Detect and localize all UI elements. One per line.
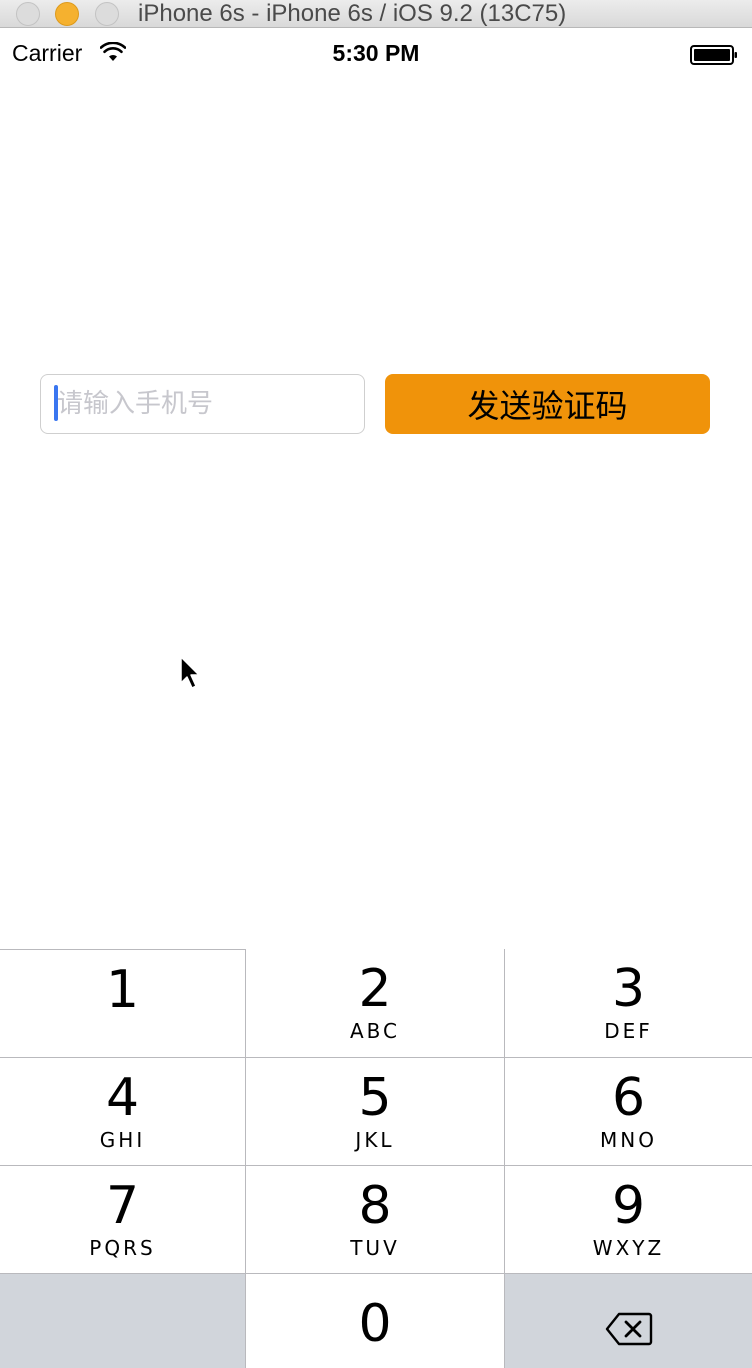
key-1[interactable]: 1 xyxy=(0,949,246,1058)
key-digit: 4 xyxy=(105,1068,140,1128)
key-digit: 7 xyxy=(105,1176,140,1236)
key-5[interactable]: 5 JKL xyxy=(246,1058,505,1166)
mouse-pointer-icon xyxy=(180,656,200,689)
backspace-icon xyxy=(605,1312,653,1346)
key-2[interactable]: 2 ABC xyxy=(246,949,505,1058)
status-bar: Carrier 5:30 PM xyxy=(0,36,752,74)
key-9[interactable]: 9 WXYZ xyxy=(505,1166,752,1274)
key-letters: ABC xyxy=(349,1019,400,1043)
battery-icon xyxy=(690,45,737,65)
key-digit: 5 xyxy=(358,1068,392,1128)
key-digit: 1 xyxy=(105,960,140,1020)
key-letters: GHI xyxy=(99,1128,146,1152)
number-keypad: 1 2 ABC 3 DEF 4 GHI 5 JKL 6 MNO 7 PQRS 8… xyxy=(0,949,752,1368)
key-4[interactable]: 4 GHI xyxy=(0,1058,246,1166)
key-digit: 0 xyxy=(358,1294,392,1354)
key-digit: 3 xyxy=(611,959,646,1019)
key-8[interactable]: 8 TUV xyxy=(246,1166,505,1274)
key-digit: 2 xyxy=(358,959,392,1019)
key-0[interactable]: 0 xyxy=(246,1274,505,1368)
close-window-button[interactable] xyxy=(16,2,40,26)
key-letters: JKL xyxy=(355,1128,395,1152)
key-3[interactable]: 3 DEF xyxy=(505,949,752,1058)
empty-key xyxy=(0,1274,246,1368)
key-digit: 9 xyxy=(611,1176,646,1236)
phone-number-input[interactable] xyxy=(57,375,357,433)
key-digit: 6 xyxy=(611,1068,646,1128)
key-digit: 8 xyxy=(358,1176,392,1236)
status-time: 5:30 PM xyxy=(332,40,420,66)
zoom-window-button[interactable] xyxy=(95,2,119,26)
send-verification-code-button[interactable]: 发送验证码 xyxy=(385,374,710,434)
window-title: iPhone 6s - iPhone 6s / iOS 9.2 (13C75) xyxy=(138,0,567,27)
key-letters: MNO xyxy=(600,1128,657,1152)
simulator-window: iPhone 6s - iPhone 6s / iOS 9.2 (13C75) … xyxy=(0,0,752,1368)
key-7[interactable]: 7 PQRS xyxy=(0,1166,246,1274)
key-6[interactable]: 6 MNO xyxy=(505,1058,752,1166)
phone-number-field[interactable] xyxy=(40,374,365,434)
key-letters: WXYZ xyxy=(592,1236,665,1260)
delete-key[interactable] xyxy=(505,1274,752,1368)
window-title-bar: iPhone 6s - iPhone 6s / iOS 9.2 (13C75) xyxy=(0,0,752,28)
minimize-window-button[interactable] xyxy=(55,2,79,26)
key-letters: TUV xyxy=(350,1236,400,1260)
key-letters: PQRS xyxy=(89,1236,156,1260)
key-letters: DEF xyxy=(604,1019,653,1043)
